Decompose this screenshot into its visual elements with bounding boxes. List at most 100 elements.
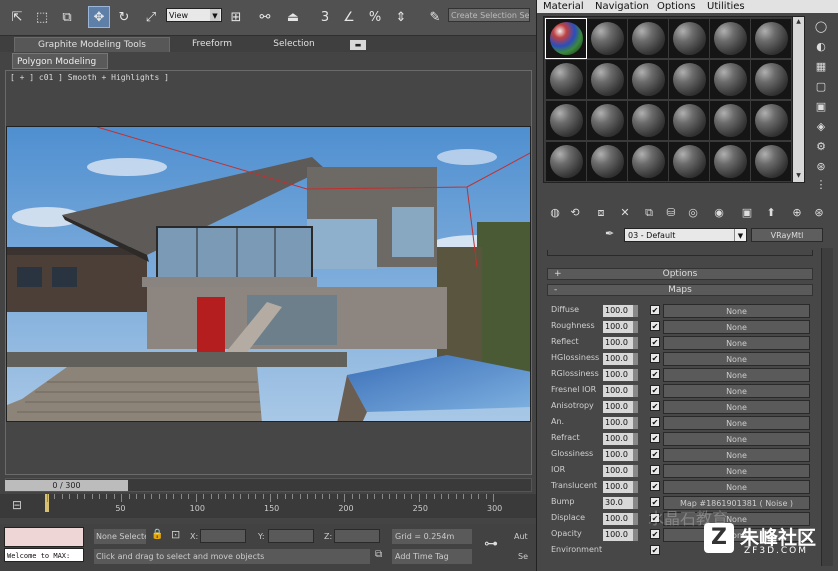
tab-freeform[interactable]: Freeform (176, 37, 248, 52)
select-object-icon[interactable]: ⇱ (6, 6, 28, 28)
material-slot[interactable] (628, 60, 668, 99)
window-crossing-icon[interactable]: ⧉ (56, 6, 78, 28)
polygon-modeling-panel[interactable]: Polygon Modeling (12, 53, 108, 69)
add-time-tag-button[interactable]: Add Time Tag (392, 549, 472, 564)
map-amount-field[interactable]: 100.0 (603, 369, 633, 381)
map-slot-button[interactable]: None (663, 368, 810, 382)
map-slot-button[interactable]: None (663, 464, 810, 478)
map-enabled-checkbox[interactable]: ✔ (650, 529, 660, 539)
snap-icon[interactable]: 3 (314, 6, 336, 28)
map-amount-spinner[interactable] (633, 513, 638, 525)
map-slot-button[interactable]: None (663, 432, 810, 446)
map-slot-button[interactable]: None (663, 320, 810, 334)
assign-to-selection-icon[interactable]: ⧈ (593, 206, 609, 220)
align-icon[interactable]: ⏏ (282, 6, 304, 28)
map-slot-button[interactable]: None (663, 400, 810, 414)
map-enabled-checkbox[interactable]: ✔ (650, 417, 660, 427)
map-amount-field[interactable]: 100.0 (603, 321, 633, 333)
options-icon[interactable]: ⚙ (813, 140, 829, 156)
rendered-scene[interactable] (6, 126, 531, 422)
map-enabled-checkbox[interactable]: ✔ (650, 369, 660, 379)
show-map-icon[interactable]: ◉ (711, 206, 727, 220)
material-type-button[interactable]: VRayMtl (751, 228, 823, 242)
frame-counter[interactable]: 0 / 300 (5, 480, 128, 491)
tab-selection[interactable]: Selection (256, 37, 332, 52)
move-icon[interactable]: ✥ (88, 6, 110, 28)
map-amount-spinner[interactable] (633, 465, 638, 477)
map-slot-button[interactable]: None (663, 304, 810, 318)
track-bar-toggle-icon[interactable]: ⊟ (12, 498, 30, 514)
map-enabled-checkbox[interactable]: ✔ (650, 481, 660, 491)
material-slot[interactable] (628, 142, 668, 181)
slot-scrollbar[interactable]: ▲ ▼ (792, 16, 805, 183)
material-slot[interactable] (546, 142, 586, 181)
sample-uv-icon[interactable]: ▢ (813, 80, 829, 96)
material-slot[interactable] (587, 101, 627, 140)
map-slot-button[interactable]: None (663, 384, 810, 398)
material-slot[interactable] (587, 142, 627, 181)
material-slot[interactable] (751, 142, 791, 181)
map-amount-spinner[interactable] (633, 481, 638, 493)
map-slot-button[interactable]: None (663, 352, 810, 366)
options-rollout[interactable]: + Options (547, 268, 813, 280)
map-amount-spinner[interactable] (633, 369, 638, 381)
map-slot-button[interactable]: None (663, 336, 810, 350)
link-icon[interactable]: ⚯ (254, 6, 276, 28)
chevron-up-icon[interactable]: ▲ (794, 18, 803, 27)
angle-snap-icon[interactable]: ∠ (338, 6, 360, 28)
map-amount-field[interactable]: 100.0 (603, 481, 633, 493)
eyedropper-icon[interactable]: ✒ (605, 227, 619, 241)
map-amount-field[interactable]: 30.0 (603, 497, 633, 509)
map-amount-spinner[interactable] (633, 353, 638, 365)
material-slot[interactable] (710, 60, 750, 99)
spinner-snap-icon[interactable]: ⇕ (390, 6, 412, 28)
material-slot[interactable] (628, 101, 668, 140)
lock-icon[interactable]: 🔒 (151, 529, 163, 540)
map-enabled-checkbox[interactable]: ✔ (650, 449, 660, 459)
map-enabled-checkbox[interactable]: ✔ (650, 385, 660, 395)
map-enabled-checkbox[interactable]: ✔ (650, 305, 660, 315)
ribbon-minimize-button[interactable]: ▬ (350, 40, 366, 50)
material-slot[interactable] (751, 101, 791, 140)
material-slot[interactable] (546, 60, 586, 99)
map-slot-button[interactable]: None (663, 416, 810, 430)
material-id-icon[interactable]: ◎ (685, 206, 701, 220)
tab-graphite-modeling-tools[interactable]: Graphite Modeling Tools (14, 37, 170, 52)
map-enabled-checkbox[interactable]: ✔ (650, 545, 660, 555)
panel-scrollbar[interactable] (821, 248, 833, 566)
material-slot[interactable] (669, 101, 709, 140)
material-slot[interactable] (545, 18, 587, 59)
material-slot[interactable] (751, 60, 791, 99)
scale-icon[interactable]: ⤢ (140, 6, 162, 28)
rect-region-icon[interactable]: ⬚ (31, 6, 53, 28)
menu-navigation[interactable]: Navigation (595, 0, 649, 13)
show-end-result-icon[interactable]: ▣ (739, 206, 755, 220)
map-amount-field[interactable]: 100.0 (603, 337, 633, 349)
material-slot[interactable] (628, 19, 668, 58)
timeline[interactable]: ⊟ 50 100 150 200 250 300 (0, 494, 536, 518)
map-amount-spinner[interactable] (633, 529, 638, 541)
material-slot[interactable] (669, 19, 709, 58)
menu-utilities[interactable]: Utilities (707, 0, 745, 13)
percent-snap-icon[interactable]: % (364, 6, 386, 28)
absolute-mode-icon[interactable]: ⊡ (171, 528, 180, 541)
go-to-parent-icon[interactable]: ⬆ (763, 206, 779, 220)
material-navigator-icon[interactable]: ⋮ (813, 178, 829, 194)
map-amount-spinner[interactable] (633, 433, 638, 445)
make-preview-icon[interactable]: ◈ (813, 120, 829, 136)
make-unique-icon[interactable]: ⧉ (641, 206, 657, 220)
menu-options[interactable]: Options (657, 0, 696, 13)
map-amount-spinner[interactable] (633, 449, 638, 461)
pick-material-icon[interactable]: ⊛ (811, 206, 827, 220)
go-forward-sibling-icon[interactable]: ⊕ (789, 206, 805, 220)
pivot-icon[interactable]: ⊞ (225, 6, 247, 28)
z-coordinate-field[interactable] (334, 529, 380, 543)
get-material-icon[interactable]: ◍ (547, 206, 563, 220)
map-amount-field[interactable]: 100.0 (603, 449, 633, 461)
background-icon[interactable]: ▦ (813, 60, 829, 76)
map-enabled-checkbox[interactable]: ✔ (650, 433, 660, 443)
map-amount-field[interactable]: 100.0 (603, 513, 633, 525)
map-slot-button[interactable]: None (663, 480, 810, 494)
material-slot[interactable] (669, 60, 709, 99)
map-amount-spinner[interactable] (633, 305, 638, 317)
